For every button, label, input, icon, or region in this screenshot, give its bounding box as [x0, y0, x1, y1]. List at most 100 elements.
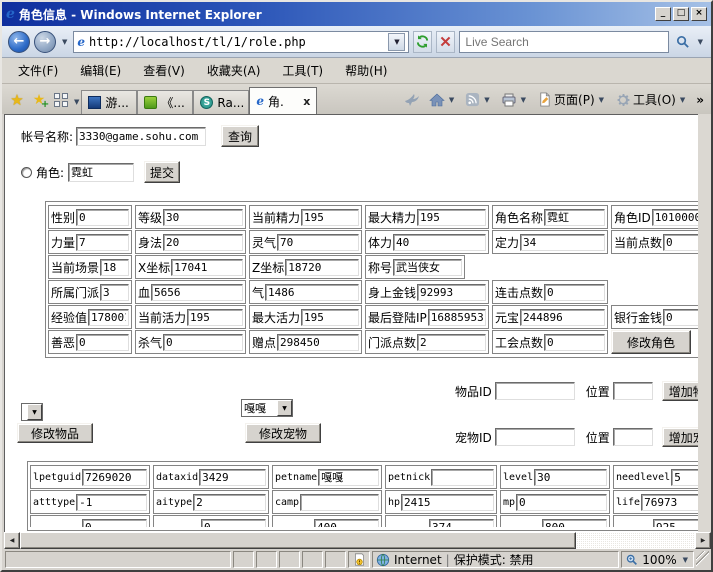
- field-input[interactable]: [76, 334, 129, 351]
- tab-3[interactable]: S Ra...: [193, 90, 249, 114]
- field-input[interactable]: [277, 334, 359, 351]
- menu-view[interactable]: 查看(V): [133, 59, 195, 82]
- field-input[interactable]: [300, 494, 379, 511]
- field-input[interactable]: [163, 209, 243, 226]
- home-button[interactable]: ▼: [426, 90, 459, 110]
- field-input[interactable]: [285, 259, 359, 276]
- tools-dropdown-icon[interactable]: ▼: [678, 96, 687, 104]
- zoom-dropdown-icon[interactable]: ▼: [681, 556, 690, 564]
- modify-role-button[interactable]: 修改角色: [611, 330, 691, 354]
- field-input[interactable]: [641, 494, 698, 511]
- field-input[interactable]: [76, 494, 147, 511]
- tab-close-icon[interactable]: x: [303, 95, 310, 108]
- add-item-button[interactable]: 增加物品: [662, 381, 698, 401]
- field-input[interactable]: [301, 309, 359, 326]
- field-input[interactable]: [544, 209, 605, 226]
- home-dropdown-icon[interactable]: ▼: [447, 96, 456, 104]
- field-input[interactable]: [428, 309, 486, 326]
- print-button[interactable]: ▼: [498, 90, 531, 110]
- role-radio-button[interactable]: [21, 167, 32, 178]
- scroll-left-button[interactable]: ◀: [4, 532, 20, 549]
- field-input[interactable]: [151, 284, 243, 301]
- field-input[interactable]: [417, 334, 486, 351]
- field-input[interactable]: [652, 209, 698, 226]
- menu-file[interactable]: 文件(F): [8, 59, 68, 82]
- field-input[interactable]: [82, 519, 147, 528]
- field-input[interactable]: [187, 309, 243, 326]
- page-dropdown-icon[interactable]: ▼: [597, 96, 606, 104]
- address-dropdown-button[interactable]: ▼: [388, 33, 405, 51]
- stop-button[interactable]: [436, 31, 455, 53]
- menu-edit[interactable]: 编辑(E): [70, 59, 131, 82]
- field-input[interactable]: [82, 469, 147, 486]
- field-input[interactable]: [393, 234, 486, 251]
- resize-grip[interactable]: [696, 551, 709, 568]
- role-name-input[interactable]: [68, 163, 134, 182]
- field-input[interactable]: [201, 519, 266, 528]
- submit-button[interactable]: 提交: [144, 161, 180, 183]
- field-input[interactable]: [417, 284, 486, 301]
- scroll-right-button[interactable]: ▶: [695, 532, 711, 549]
- zoom-pane[interactable]: 100% ▼: [621, 551, 694, 568]
- tools-menu-button[interactable]: 工具(O) ▼: [612, 89, 690, 110]
- field-input[interactable]: [301, 209, 359, 226]
- field-input[interactable]: [534, 469, 607, 486]
- field-input[interactable]: [318, 469, 379, 486]
- menu-favorites[interactable]: 收藏夹(A): [197, 59, 271, 82]
- field-input[interactable]: [100, 259, 129, 276]
- item-id-input[interactable]: [495, 382, 575, 400]
- field-input[interactable]: [314, 519, 379, 528]
- field-input[interactable]: [520, 309, 605, 326]
- field-input[interactable]: [542, 519, 607, 528]
- select-dropdown-icon[interactable]: ▼: [277, 400, 292, 416]
- select-dropdown-icon[interactable]: ▼: [27, 404, 42, 420]
- close-button[interactable]: ×: [691, 7, 707, 21]
- feeds-dropdown-icon[interactable]: ▼: [482, 96, 491, 104]
- address-input[interactable]: [89, 35, 384, 49]
- field-input[interactable]: [663, 309, 698, 326]
- minimize-button[interactable]: _: [655, 7, 671, 21]
- refresh-button[interactable]: [413, 31, 432, 53]
- page-menu-button[interactable]: 页面(P) ▼: [534, 89, 609, 110]
- field-input[interactable]: [163, 334, 243, 351]
- field-input[interactable]: [265, 284, 359, 301]
- item-select[interactable]: ▼: [21, 403, 43, 421]
- pet-pos-input[interactable]: [613, 428, 653, 446]
- account-name-input[interactable]: [76, 127, 206, 146]
- menu-help[interactable]: 帮助(H): [335, 59, 397, 82]
- favorites-center-button[interactable]: ★: [6, 88, 28, 112]
- forward-button[interactable]: →: [34, 31, 56, 53]
- field-input[interactable]: [277, 234, 359, 251]
- field-input[interactable]: [417, 209, 486, 226]
- horizontal-scroll-thumb[interactable]: [20, 532, 576, 549]
- print-dropdown-icon[interactable]: ▼: [519, 96, 528, 104]
- field-input[interactable]: [544, 334, 605, 351]
- back-button[interactable]: ←: [8, 31, 30, 53]
- tab-list-dropdown-icon[interactable]: ▼: [72, 98, 81, 106]
- search-input[interactable]: [460, 35, 667, 49]
- quick-tabs-button[interactable]: [50, 88, 72, 112]
- field-input[interactable]: [199, 469, 266, 486]
- tab-1[interactable]: 游...: [81, 90, 137, 114]
- menu-tools[interactable]: 工具(T): [272, 59, 333, 82]
- field-input[interactable]: [520, 234, 605, 251]
- tab-2[interactable]: 《...: [137, 90, 193, 114]
- field-input[interactable]: [193, 494, 266, 511]
- field-input[interactable]: [76, 209, 129, 226]
- field-input[interactable]: [76, 234, 129, 251]
- pet-select[interactable]: 嘎嘎 ▼: [241, 399, 293, 417]
- maximize-button[interactable]: □: [673, 7, 689, 21]
- feeds-button[interactable]: ▼: [462, 90, 494, 109]
- field-input[interactable]: [663, 234, 698, 251]
- field-input[interactable]: [431, 469, 494, 486]
- modify-item-button[interactable]: 修改物品: [17, 423, 93, 443]
- field-input[interactable]: [653, 519, 698, 528]
- history-dropdown-icon[interactable]: ▼: [60, 38, 69, 46]
- search-button[interactable]: [673, 31, 692, 53]
- field-input[interactable]: [671, 469, 698, 486]
- field-input[interactable]: [100, 284, 129, 301]
- field-input[interactable]: [88, 309, 129, 326]
- search-options-dropdown-icon[interactable]: ▼: [696, 38, 705, 46]
- field-input[interactable]: [171, 259, 243, 276]
- field-input[interactable]: [516, 494, 607, 511]
